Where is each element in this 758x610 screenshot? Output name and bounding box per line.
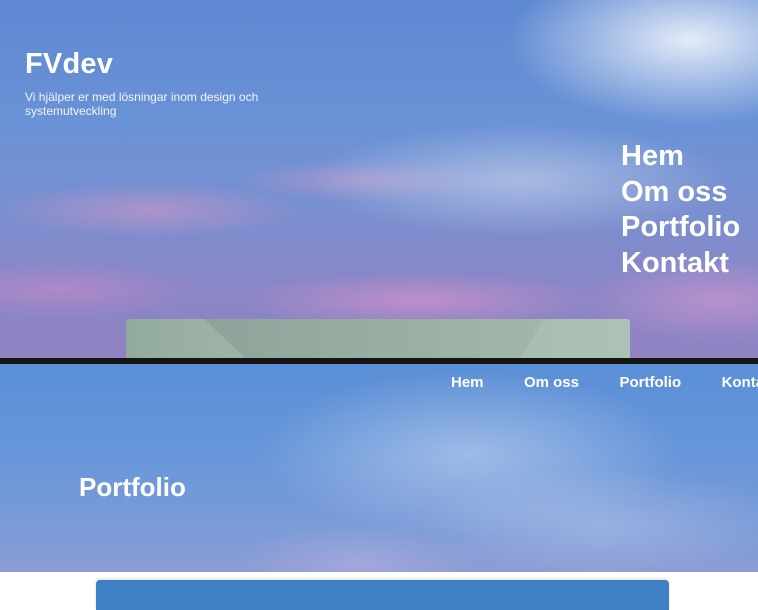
hero-nav: Hem Om oss Portfolio Kontakt: [621, 139, 740, 281]
hero-image-card[interactable]: [126, 319, 630, 358]
hero-nav-portfolio[interactable]: Portfolio: [621, 210, 740, 246]
top-nav-contact[interactable]: Konta: [722, 374, 758, 391]
site-logo[interactable]: FVdev: [25, 48, 113, 81]
hero-nav-home[interactable]: Hem: [621, 139, 740, 175]
portfolio-card[interactable]: [96, 580, 669, 610]
top-nav-home[interactable]: Hem: [451, 374, 484, 391]
portfolio-header: Hem Om oss Portfolio Konta Portfolio: [0, 364, 758, 572]
top-nav-about[interactable]: Om oss: [524, 374, 579, 391]
hero-nav-about[interactable]: Om oss: [621, 175, 740, 211]
site-tagline: Vi hjälper er med lösningar inom design …: [25, 90, 259, 118]
top-nav: Hem Om oss Portfolio Konta: [451, 374, 758, 392]
hero-nav-contact[interactable]: Kontakt: [621, 246, 740, 282]
hero-section: FVdev Vi hjälper er med lösningar inom d…: [0, 0, 758, 358]
hero-card-image: [204, 319, 544, 358]
page-title: Portfolio: [79, 472, 186, 502]
top-nav-portfolio[interactable]: Portfolio: [619, 374, 681, 391]
